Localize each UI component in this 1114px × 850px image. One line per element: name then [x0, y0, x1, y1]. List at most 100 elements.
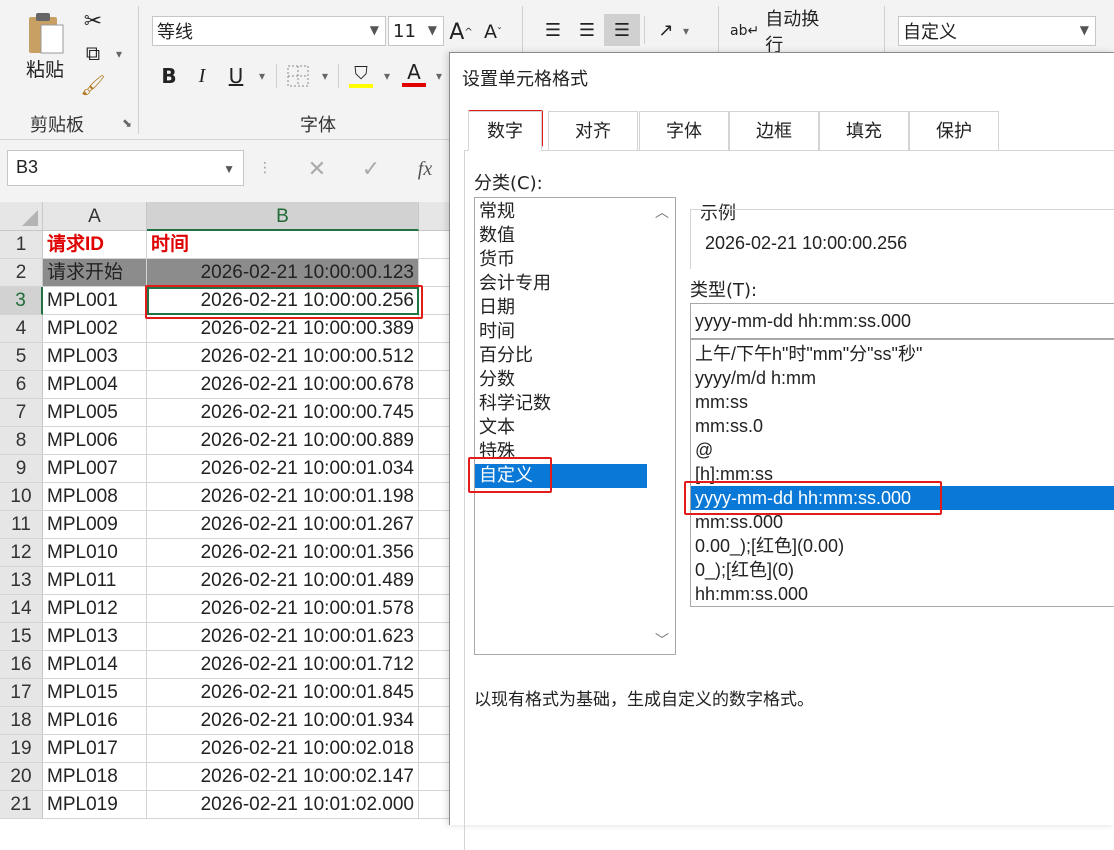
- scroll-up-icon[interactable]: ︿: [655, 202, 669, 222]
- copy-dropdown-icon[interactable]: ▾: [112, 44, 126, 64]
- cell-b[interactable]: 2026-02-21 10:01:02.000: [147, 791, 419, 819]
- category-item[interactable]: 分数: [475, 368, 647, 392]
- tab-protection[interactable]: 保护: [909, 111, 999, 151]
- cell-c[interactable]: [419, 791, 450, 819]
- cell-b[interactable]: 2026-02-21 10:00:00.123: [147, 259, 419, 287]
- cell-c[interactable]: [419, 399, 450, 427]
- cell-a[interactable]: MPL007: [43, 455, 147, 483]
- select-all-corner[interactable]: [0, 202, 43, 231]
- font-color-icon[interactable]: A: [400, 58, 428, 90]
- cell-a[interactable]: MPL011: [43, 567, 147, 595]
- tab-number[interactable]: 数字: [468, 111, 542, 151]
- cell-b[interactable]: 2026-02-21 10:00:01.712: [147, 651, 419, 679]
- cell-c[interactable]: [419, 287, 450, 315]
- cell-b[interactable]: 2026-02-21 10:00:01.198: [147, 483, 419, 511]
- category-item[interactable]: 日期: [475, 296, 647, 320]
- row-header[interactable]: 11: [0, 511, 43, 539]
- borders-icon[interactable]: [284, 62, 312, 90]
- cell-c[interactable]: [419, 623, 450, 651]
- row-header[interactable]: 20: [0, 763, 43, 791]
- column-header-c[interactable]: [419, 202, 450, 231]
- cell-a[interactable]: MPL017: [43, 735, 147, 763]
- wrap-text-button[interactable]: ab↵ 自动换行: [730, 9, 834, 56]
- cell-a[interactable]: MPL006: [43, 427, 147, 455]
- fill-color-icon[interactable]: ⛉: [346, 60, 376, 90]
- cell-c[interactable]: [419, 231, 450, 259]
- type-item[interactable]: mm:ss.0: [691, 414, 1114, 438]
- category-item[interactable]: 文本: [475, 416, 647, 440]
- cell-a[interactable]: MPL002: [43, 315, 147, 343]
- cell-b[interactable]: 2026-02-21 10:00:02.018: [147, 735, 419, 763]
- cell-a[interactable]: MPL018: [43, 763, 147, 791]
- cell-b[interactable]: 2026-02-21 10:00:00.389: [147, 315, 419, 343]
- cell-c[interactable]: [419, 371, 450, 399]
- category-item[interactable]: 科学记数: [475, 392, 647, 416]
- cell-b[interactable]: 2026-02-21 10:00:01.034: [147, 455, 419, 483]
- paste-button[interactable]: 粘贴: [18, 6, 72, 86]
- cell-b[interactable]: 2026-02-21 10:00:01.578: [147, 595, 419, 623]
- row-header[interactable]: 12: [0, 539, 43, 567]
- underline-button[interactable]: U: [223, 62, 249, 90]
- borders-dropdown-icon[interactable]: ▾: [318, 66, 332, 86]
- cell-b[interactable]: 时间: [147, 231, 419, 259]
- tab-border[interactable]: 边框: [729, 111, 819, 151]
- row-header[interactable]: 19: [0, 735, 43, 763]
- font-color-dropdown-icon[interactable]: ▾: [432, 66, 446, 86]
- cell-c[interactable]: [419, 651, 450, 679]
- cell-c[interactable]: [419, 735, 450, 763]
- cell-b[interactable]: 2026-02-21 10:00:01.623: [147, 623, 419, 651]
- cell-a[interactable]: 请求ID: [43, 231, 147, 259]
- type-item[interactable]: 0_);[红色](0): [691, 558, 1114, 582]
- row-header[interactable]: 13: [0, 567, 43, 595]
- copy-icon[interactable]: ⧉: [80, 40, 106, 66]
- scroll-down-icon[interactable]: ﹀: [655, 630, 669, 650]
- row-header[interactable]: 1: [0, 231, 43, 259]
- cell-b[interactable]: 2026-02-21 10:00:01.489: [147, 567, 419, 595]
- type-input[interactable]: yyyy-mm-dd hh:mm:ss.000: [690, 303, 1114, 339]
- row-header[interactable]: 18: [0, 707, 43, 735]
- align-middle-icon[interactable]: ☰: [574, 16, 600, 44]
- type-item[interactable]: [h]:mm:ss: [691, 462, 1114, 486]
- type-item[interactable]: 上午/下午h"时"mm"分"ss"秒": [691, 342, 1114, 366]
- cell-a[interactable]: MPL005: [43, 399, 147, 427]
- increase-font-icon[interactable]: A ^: [448, 18, 474, 46]
- category-item[interactable]: 时间: [475, 320, 647, 344]
- column-header-a[interactable]: A: [43, 202, 147, 231]
- tab-font[interactable]: 字体: [639, 111, 729, 151]
- row-header[interactable]: 4: [0, 315, 43, 343]
- category-item[interactable]: 百分比: [475, 344, 647, 368]
- category-item[interactable]: 自定义: [475, 464, 647, 488]
- cell-c[interactable]: [419, 763, 450, 791]
- name-box[interactable]: B3 ▼: [7, 150, 244, 186]
- row-header[interactable]: 17: [0, 679, 43, 707]
- cell-a[interactable]: MPL019: [43, 791, 147, 819]
- cell-c[interactable]: [419, 567, 450, 595]
- row-header[interactable]: 15: [0, 623, 43, 651]
- row-header[interactable]: 21: [0, 791, 43, 819]
- cell-a[interactable]: MPL014: [43, 651, 147, 679]
- type-item[interactable]: 0.00_);[红色](0.00): [691, 534, 1114, 558]
- cut-icon[interactable]: ✂: [80, 8, 106, 34]
- row-header[interactable]: 6: [0, 371, 43, 399]
- cell-c[interactable]: [419, 315, 450, 343]
- cell-c[interactable]: [419, 427, 450, 455]
- cell-c[interactable]: [419, 595, 450, 623]
- row-header[interactable]: 7: [0, 399, 43, 427]
- cell-c[interactable]: [419, 679, 450, 707]
- row-header[interactable]: 16: [0, 651, 43, 679]
- cell-c[interactable]: [419, 259, 450, 287]
- type-item[interactable]: yyyy-mm-dd hh:mm:ss.000: [691, 486, 1114, 510]
- number-format-combo[interactable]: 自定义 ▼: [898, 16, 1096, 46]
- category-item[interactable]: 数值: [475, 224, 647, 248]
- cell-a[interactable]: MPL001: [43, 287, 147, 315]
- cell-c[interactable]: [419, 511, 450, 539]
- align-bottom-icon[interactable]: ☰: [604, 14, 640, 46]
- row-header[interactable]: 9: [0, 455, 43, 483]
- row-header[interactable]: 10: [0, 483, 43, 511]
- cell-c[interactable]: [419, 343, 450, 371]
- cell-b[interactable]: 2026-02-21 10:00:01.845: [147, 679, 419, 707]
- row-header[interactable]: 2: [0, 259, 43, 287]
- cell-a[interactable]: MPL003: [43, 343, 147, 371]
- font-name-combo[interactable]: 等线 ▼: [152, 16, 386, 46]
- cell-a[interactable]: 请求开始: [43, 259, 147, 287]
